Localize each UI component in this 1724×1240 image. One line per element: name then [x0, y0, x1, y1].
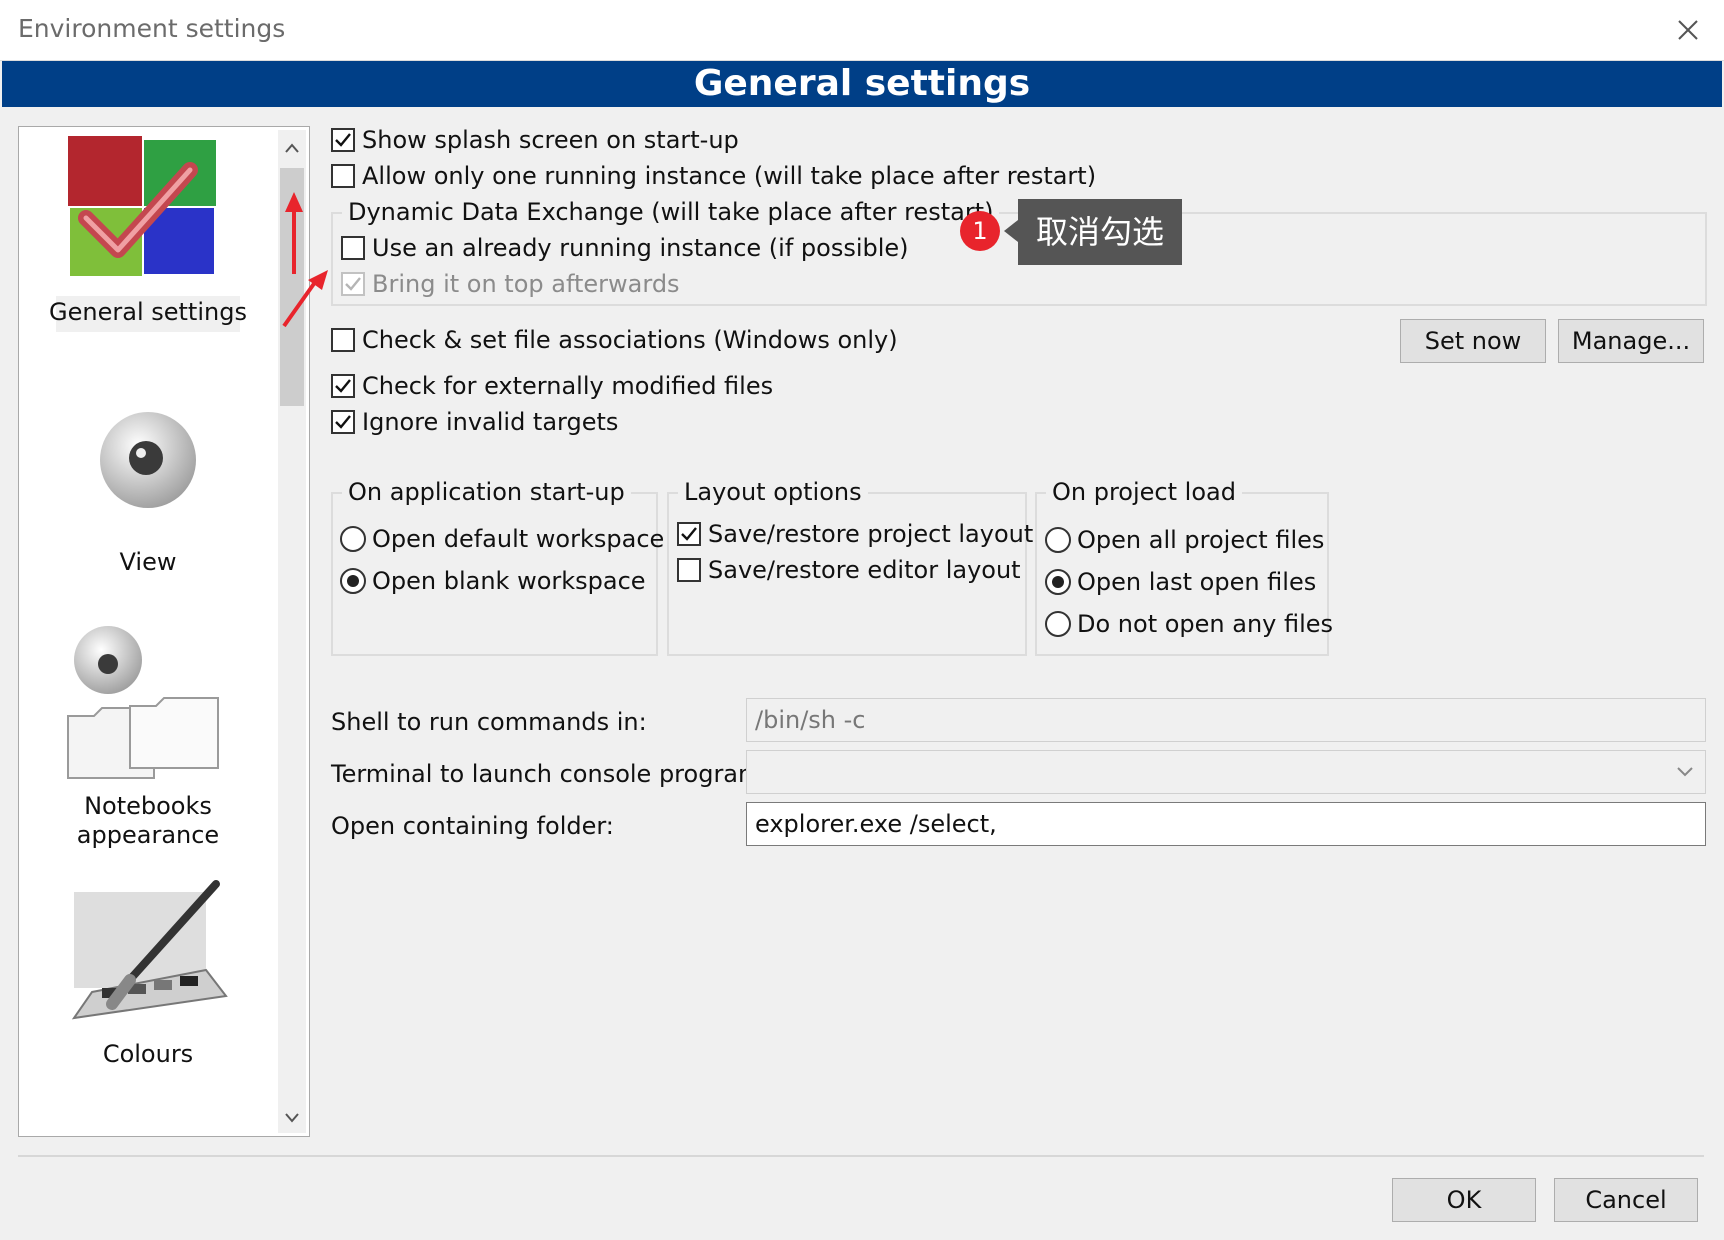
- open-last-files-label: Open last open files: [1077, 568, 1317, 596]
- chevron-down-icon[interactable]: [1666, 752, 1704, 792]
- folder-input[interactable]: explorer.exe /select,: [746, 802, 1706, 846]
- use-running-instance-label: Use an already running instance (if poss…: [372, 234, 909, 262]
- red-arrow-annotation-icon: [276, 190, 336, 330]
- sidebar-item-colours[interactable]: Colours: [40, 1040, 256, 1068]
- project-load-legend: On project load: [1046, 478, 1242, 506]
- single-instance-label: Allow only one running instance (will ta…: [362, 162, 1097, 190]
- ok-button[interactable]: OK: [1392, 1178, 1536, 1222]
- ext-modified-label: Check for externally modified files: [362, 372, 774, 400]
- single-instance-checkbox[interactable]: [331, 164, 355, 188]
- ignore-invalid-label: Ignore invalid targets: [362, 408, 619, 436]
- window-title: Environment settings: [18, 14, 286, 43]
- dde-legend: Dynamic Data Exchange (will take place a…: [342, 198, 1000, 226]
- do-not-open-radio[interactable]: [1045, 611, 1071, 637]
- ignore-invalid-checkbox[interactable]: [331, 410, 355, 434]
- terminal-select[interactable]: [746, 750, 1706, 794]
- page-title: General settings: [693, 63, 1031, 104]
- view-icon[interactable]: [96, 410, 200, 514]
- splash-checkbox[interactable]: [331, 128, 355, 152]
- folder-label: Open containing folder:: [331, 812, 614, 840]
- notebooks-appearance-icon[interactable]: [66, 624, 226, 784]
- shell-input[interactable]: /bin/sh -c: [746, 698, 1706, 742]
- general-settings-icon[interactable]: [64, 132, 220, 284]
- save-project-layout-label: Save/restore project layout: [708, 520, 1034, 548]
- open-blank-workspace-label: Open blank workspace: [372, 567, 646, 595]
- splash-label: Show splash screen on start-up: [362, 126, 739, 154]
- do-not-open-label: Do not open any files: [1077, 610, 1334, 638]
- cancel-button[interactable]: Cancel: [1554, 1178, 1698, 1222]
- bring-on-top-label: Bring it on top afterwards: [372, 270, 680, 298]
- annotation-pointer: [1004, 220, 1018, 242]
- save-project-layout-checkbox[interactable]: [677, 522, 701, 546]
- open-default-workspace-radio[interactable]: [340, 526, 366, 552]
- bring-on-top-checkbox[interactable]: [341, 272, 365, 296]
- colours-icon[interactable]: [68, 880, 228, 1022]
- open-last-files-radio[interactable]: [1045, 569, 1071, 595]
- open-blank-workspace-radio[interactable]: [340, 568, 366, 594]
- set-now-button[interactable]: Set now: [1400, 319, 1546, 363]
- open-all-files-radio[interactable]: [1045, 527, 1071, 553]
- terminal-label: Terminal to launch console programs:: [331, 760, 782, 788]
- shell-label: Shell to run commands in:: [331, 708, 647, 736]
- open-all-files-label: Open all project files: [1077, 526, 1325, 554]
- sidebar-item-notebooks-line2[interactable]: appearance: [40, 821, 256, 849]
- annotation-badge: 1: [960, 211, 1000, 251]
- scroll-up-icon[interactable]: [278, 134, 306, 162]
- layout-legend: Layout options: [678, 478, 868, 506]
- save-editor-layout-label: Save/restore editor layout: [708, 556, 1021, 584]
- file-assoc-label: Check & set file associations (Windows o…: [362, 326, 898, 354]
- manage-button[interactable]: Manage...: [1558, 319, 1704, 363]
- save-editor-layout-checkbox[interactable]: [677, 558, 701, 582]
- scroll-down-icon[interactable]: [278, 1104, 306, 1132]
- use-running-instance-checkbox[interactable]: [341, 236, 365, 260]
- close-icon[interactable]: [1668, 10, 1708, 50]
- annotation-callout: 取消勾选: [1018, 199, 1182, 265]
- footer-divider: [18, 1155, 1704, 1157]
- startup-legend: On application start-up: [342, 478, 631, 506]
- open-default-workspace-label: Open default workspace: [372, 525, 665, 553]
- sidebar-item-notebooks[interactable]: Notebooks: [40, 792, 256, 820]
- sidebar-item-view[interactable]: View: [40, 548, 256, 576]
- ext-modified-checkbox[interactable]: [331, 374, 355, 398]
- file-assoc-checkbox[interactable]: [331, 328, 355, 352]
- sidebar-item-general-settings[interactable]: General settings: [40, 298, 256, 326]
